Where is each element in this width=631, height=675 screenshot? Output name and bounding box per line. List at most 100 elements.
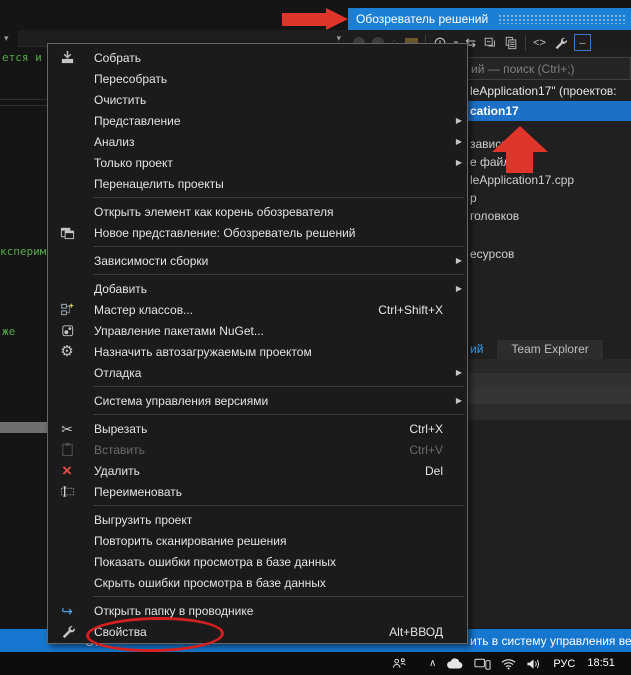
- menu-item-label: Вставить: [94, 443, 145, 457]
- submenu-arrow-icon: ▶: [456, 137, 462, 146]
- menu-item-label: Повторить сканирование решения: [94, 534, 287, 548]
- editor-dropdown-caret-left[interactable]: ▾: [4, 30, 9, 46]
- show-all-files-icon[interactable]: [504, 36, 518, 50]
- project-context-menu: СобратьПересобрать Очистить Представление ▶…: [47, 43, 468, 644]
- menu-item-new-solution-explorer-view[interactable]: Новое представление: Обозреватель решени…: [48, 222, 467, 243]
- tree-item-5[interactable]: есурсов: [470, 245, 514, 263]
- submenu-arrow-icon: ▶: [456, 368, 462, 377]
- add-to-source-control-button[interactable]: ить в систему управления ве: [470, 634, 631, 648]
- wifi-icon[interactable]: [501, 658, 516, 670]
- annotation-arrow-right: [282, 13, 326, 26]
- nuget-icon: [57, 323, 77, 339]
- menu-item-label: Только проект: [94, 156, 173, 170]
- tree-item-2[interactable]: leApplication17.cpp: [470, 171, 574, 189]
- menu-item-label: Анализ: [94, 135, 135, 149]
- tab-team-explorer[interactable]: Team Explorer: [497, 340, 602, 359]
- collapse-all-icon[interactable]: [483, 36, 497, 50]
- view-code-icon[interactable]: <>: [533, 37, 546, 49]
- delete-icon: ×: [57, 463, 77, 479]
- properties-row: [456, 388, 631, 404]
- menu-item-show-db-errors[interactable]: Показать ошибки просмотра в базе данных: [48, 551, 467, 572]
- submenu-arrow-icon: ▶: [456, 256, 462, 265]
- open-explorer-icon: ↪: [57, 603, 77, 619]
- menu-item-rescan-solution[interactable]: Повторить сканирование решения: [48, 530, 467, 551]
- menu-item-debug[interactable]: Отладка ▶: [48, 362, 467, 383]
- chevron-up-icon[interactable]: ∧: [429, 658, 436, 669]
- menu-item-label: Выгрузить проект: [94, 513, 192, 527]
- menu-separator: [93, 386, 464, 387]
- menu-item-source-control[interactable]: Система управления версиями▶: [48, 390, 467, 411]
- menu-item-build-dependencies[interactable]: Зависимости сборки ▶: [48, 250, 467, 271]
- menu-item-open-folder-in-explorer[interactable]: ↪Открыть папку в проводнике: [48, 600, 467, 621]
- selected-project-node[interactable]: cation17: [455, 101, 631, 121]
- menu-item-rebuild[interactable]: Пересобрать: [48, 68, 467, 89]
- menu-item-label: Мастер классов...: [94, 303, 193, 317]
- menu-item-project-only[interactable]: Только проект▶: [48, 152, 467, 173]
- menu-item-delete[interactable]: ×УдалитьDel: [48, 460, 467, 481]
- menu-item-label: Очистить: [94, 93, 146, 107]
- submenu-arrow-icon: ▶: [456, 284, 462, 293]
- menu-item-clean[interactable]: Очистить: [48, 89, 467, 110]
- tab-solution-explorer[interactable]: ий: [470, 340, 483, 359]
- menu-item-add[interactable]: Добавить ▶: [48, 278, 467, 299]
- menu-item-paste: ВставитьCtrl+V: [48, 439, 467, 460]
- devices-icon[interactable]: [474, 657, 491, 671]
- selected-project-label: cation17: [470, 104, 519, 118]
- code-comment-fragment: же: [2, 325, 15, 338]
- editor-divider: [0, 99, 47, 100]
- windows-taskbar: ∧ РУС 18:51: [0, 652, 631, 675]
- menu-separator: [93, 414, 464, 415]
- clock[interactable]: 18:51: [587, 658, 615, 669]
- submenu-arrow-icon: ▶: [456, 116, 462, 125]
- menu-item-hide-db-errors[interactable]: Скрыть ошибки просмотра в базе данных: [48, 572, 467, 593]
- menu-item-view[interactable]: Представление ▶: [48, 110, 467, 131]
- menu-item-label: Зависимости сборки: [94, 254, 208, 268]
- rename-icon: [57, 484, 77, 500]
- properties-row: [456, 359, 631, 373]
- menu-item-unload-project[interactable]: Выгрузить проект: [48, 509, 467, 530]
- menu-item-label: Представление: [94, 114, 181, 128]
- onedrive-cloud-icon[interactable]: [446, 657, 464, 670]
- title-grip-texture: [498, 14, 627, 24]
- solution-explorer-title-bar[interactable]: Обозреватель решений: [348, 8, 631, 30]
- menu-item-label: Добавить: [94, 282, 147, 296]
- panel-tab-bar: ий Team Explorer: [455, 340, 631, 359]
- annotation-arrow-right-head: [326, 8, 348, 30]
- menu-item-label: Отладка: [94, 366, 141, 380]
- menu-item-label: Вырезать: [94, 422, 147, 436]
- gear-icon: ⚙: [57, 344, 77, 360]
- menu-item-retarget-projects[interactable]: Перенацелить проекты: [48, 173, 467, 194]
- menu-item-label: Показать ошибки просмотра в базе данных: [94, 555, 336, 569]
- wrench-icon: [57, 624, 77, 640]
- menu-item-cut[interactable]: ✂ВырезатьCtrl+X: [48, 418, 467, 439]
- language-indicator[interactable]: РУС: [553, 658, 575, 670]
- submenu-arrow-icon: ▶: [456, 396, 462, 405]
- code-comment-fragment: ксперим: [0, 245, 46, 258]
- paste-icon: [57, 442, 77, 458]
- editor-divider: [0, 105, 47, 106]
- menu-separator: [93, 197, 464, 198]
- menu-item-set-startup-project[interactable]: ⚙Назначить автозагружаемым проектом: [48, 341, 467, 362]
- solution-node[interactable]: leApplication17" (проектов:: [470, 84, 617, 98]
- menu-item-build[interactable]: Собрать: [48, 47, 467, 68]
- annotation-arrow-up-head: [492, 126, 548, 152]
- menu-item-scope-to-this[interactable]: Открыть элемент как корень обозревателя: [48, 201, 467, 222]
- tree-item-4[interactable]: головков: [470, 207, 519, 225]
- menu-item-shortcut: Ctrl+X: [409, 422, 443, 436]
- tree-item-3[interactable]: р: [470, 189, 477, 207]
- dock-pin-icon[interactable]: ─: [574, 34, 591, 51]
- menu-item-label: Скрыть ошибки просмотра в базе данных: [94, 576, 326, 590]
- menu-item-rename[interactable]: Переименовать: [48, 481, 467, 502]
- menu-item-shortcut: Ctrl+Shift+X: [378, 303, 443, 317]
- menu-item-analyze[interactable]: Анализ ▶: [48, 131, 467, 152]
- search-input[interactable]: ий — поиск (Ctrl+;): [458, 57, 631, 80]
- menu-item-manage-nuget[interactable]: Управление пакетами NuGet...: [48, 320, 467, 341]
- people-icon[interactable]: [392, 656, 407, 671]
- properties-row: [456, 373, 631, 388]
- menu-separator: [93, 596, 464, 597]
- speaker-icon[interactable]: [526, 658, 541, 670]
- properties-wrench-icon[interactable]: [553, 36, 567, 50]
- menu-item-shortcut: Alt+ВВОД: [389, 625, 443, 639]
- menu-item-label: Новое представление: Обозреватель решени…: [94, 226, 355, 240]
- menu-item-class-wizard[interactable]: Мастер классов... Ctrl+Shift+X: [48, 299, 467, 320]
